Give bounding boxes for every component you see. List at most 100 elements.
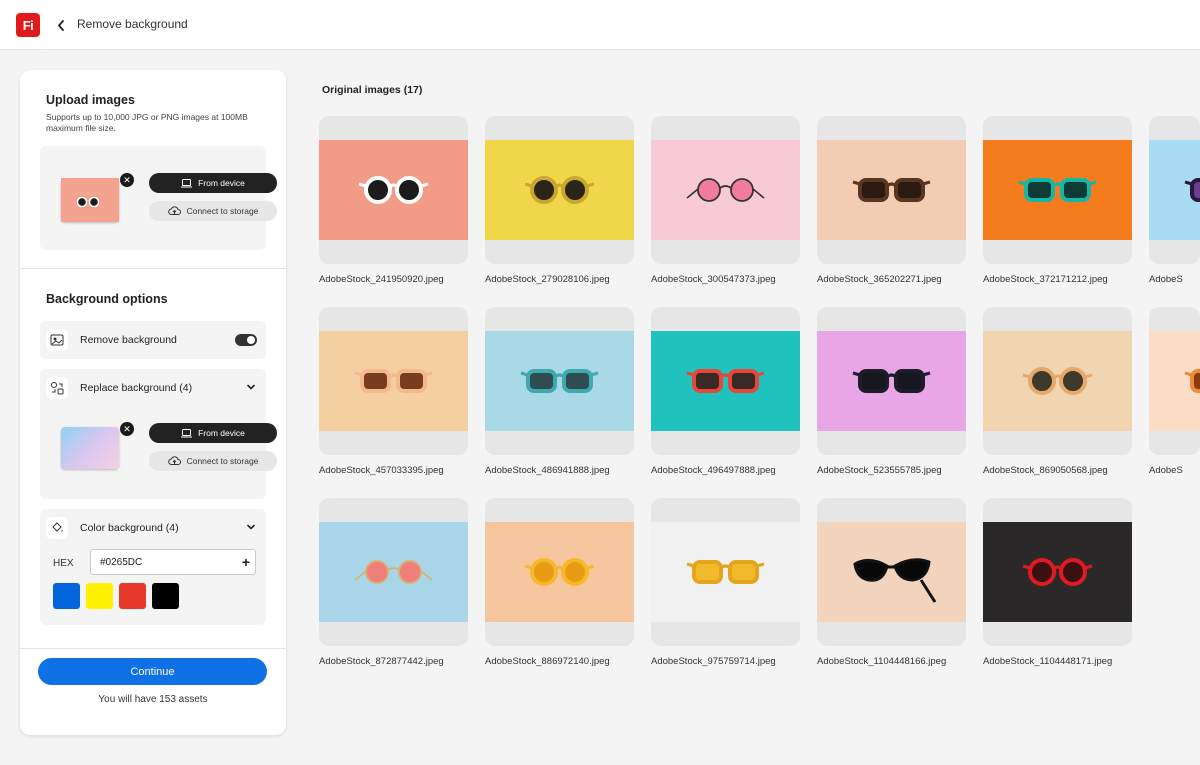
- from-device-label: From device: [198, 178, 245, 188]
- upload-subtitle: Supports up to 10,000 JPG or PNG images …: [46, 112, 248, 133]
- image-card[interactable]: [983, 307, 1132, 455]
- replace-from-device-button[interactable]: From device: [149, 423, 277, 443]
- sunglasses-photo: [651, 140, 800, 240]
- remove-background-icon: [46, 329, 68, 351]
- image-card[interactable]: [319, 307, 468, 455]
- top-bar: Fi Remove background: [0, 0, 1200, 50]
- background-options-title: Background options: [46, 292, 168, 306]
- image-card[interactable]: [319, 116, 468, 264]
- image-filename: AdobeStock_1104448166.jpeg: [817, 656, 947, 667]
- sunglasses-photo: [651, 522, 800, 622]
- image-card[interactable]: [1149, 307, 1200, 455]
- upload-from-device-button[interactable]: From device: [149, 173, 277, 193]
- sunglasses-photo: [817, 140, 966, 240]
- sunglasses-photo: [983, 331, 1132, 431]
- image-card[interactable]: [983, 498, 1132, 646]
- background-image-thumbnail: [61, 427, 119, 469]
- sunglasses-photo: [485, 140, 634, 240]
- color-background-option: Color background (4) HEX +: [40, 509, 266, 625]
- image-filename: AdobeStock_975759714.jpeg: [651, 656, 776, 667]
- sunglasses-photo: [485, 522, 634, 622]
- hex-label: HEX: [53, 558, 74, 569]
- sunglasses-photo: [1149, 140, 1200, 240]
- cloud-upload-icon: [167, 456, 181, 466]
- replace-background-icon: [46, 377, 68, 399]
- image-card[interactable]: [983, 116, 1132, 264]
- image-filename: AdobeStock_300547373.jpeg: [651, 274, 776, 285]
- color-background-label: Color background (4): [80, 522, 179, 534]
- sunglasses-photo: [485, 331, 634, 431]
- paint-bucket-icon: [46, 517, 68, 539]
- sunglasses-photo: [319, 331, 468, 431]
- section-divider: [20, 648, 286, 649]
- color-swatch[interactable]: [152, 583, 179, 609]
- sunglasses-photo: [319, 522, 468, 622]
- image-filename: AdobeStock_457033395.jpeg: [319, 465, 444, 476]
- section-divider: [20, 268, 286, 269]
- chevron-down-icon[interactable]: [246, 382, 256, 392]
- remove-background-label: Remove background: [80, 334, 177, 346]
- image-filename: AdobeStock_486941888.jpeg: [485, 465, 610, 476]
- back-arrow-icon[interactable]: [54, 15, 68, 35]
- chevron-down-icon[interactable]: [246, 522, 256, 532]
- image-card[interactable]: [651, 116, 800, 264]
- image-card[interactable]: [817, 307, 966, 455]
- sunglasses-photo: [817, 331, 966, 431]
- image-filename: AdobeS: [1149, 274, 1183, 285]
- image-filename: AdobeStock_372171212.jpeg: [983, 274, 1108, 285]
- image-card[interactable]: [651, 307, 800, 455]
- uploaded-image-thumbnail: [61, 178, 119, 222]
- replace-background-label: Replace background (4): [80, 382, 193, 394]
- image-filename: AdobeStock_869050568.jpeg: [983, 465, 1108, 476]
- image-filename: AdobeStock_365202271.jpeg: [817, 274, 942, 285]
- remove-background-option: Remove background: [40, 321, 266, 359]
- image-card[interactable]: [1149, 116, 1200, 264]
- image-card[interactable]: [817, 498, 966, 646]
- image-card[interactable]: [485, 116, 634, 264]
- image-card[interactable]: [817, 116, 966, 264]
- image-card[interactable]: [651, 498, 800, 646]
- replace-connect-storage-button[interactable]: Connect to storage: [149, 451, 277, 471]
- image-filename: AdobeStock_523555785.jpeg: [817, 465, 942, 476]
- upload-title: Upload images: [46, 93, 135, 107]
- remove-upload-icon[interactable]: ✕: [120, 173, 134, 187]
- continue-button[interactable]: Continue: [38, 658, 267, 685]
- image-card[interactable]: [319, 498, 468, 646]
- image-filename: AdobeStock_279028106.jpeg: [485, 274, 610, 285]
- image-filename: AdobeS: [1149, 465, 1183, 476]
- image-card[interactable]: [485, 307, 634, 455]
- sunglasses-photo: [1149, 331, 1200, 431]
- laptop-icon: [181, 178, 193, 187]
- image-filename: AdobeStock_872877442.jpeg: [319, 656, 444, 667]
- assets-note: You will have 153 assets: [98, 694, 208, 705]
- image-filename: AdobeStock_496497888.jpeg: [651, 465, 776, 476]
- image-filename: AdobeStock_1104448171.jpeg: [983, 656, 1113, 667]
- image-filename: AdobeStock_241950920.jpeg: [319, 274, 444, 285]
- connect-storage-label: Connect to storage: [186, 456, 259, 466]
- sunglasses-photo: [651, 331, 800, 431]
- hex-color-input[interactable]: [90, 549, 256, 575]
- upload-dropzone[interactable]: ✕ From device Connect to storage: [40, 146, 277, 250]
- sunglasses-photo: [817, 522, 966, 622]
- remove-background-image-icon[interactable]: ✕: [120, 422, 134, 436]
- sunglasses-photo: [319, 140, 468, 240]
- from-device-label: From device: [198, 428, 245, 438]
- color-swatch[interactable]: [86, 583, 113, 609]
- connect-storage-label: Connect to storage: [186, 206, 259, 216]
- sunglasses-photo: [983, 140, 1132, 240]
- color-swatch[interactable]: [53, 583, 80, 609]
- upload-connect-storage-button[interactable]: Connect to storage: [149, 201, 277, 221]
- image-card[interactable]: [485, 498, 634, 646]
- image-filename: AdobeStock_886972140.jpeg: [485, 656, 610, 667]
- laptop-icon: [181, 428, 193, 437]
- color-swatch[interactable]: [119, 583, 146, 609]
- cloud-upload-icon: [167, 206, 181, 216]
- app-logo[interactable]: Fi: [16, 13, 40, 37]
- add-color-icon[interactable]: +: [238, 553, 254, 571]
- settings-panel: Upload images Supports up to 10,000 JPG …: [20, 70, 286, 735]
- sunglasses-photo: [983, 522, 1132, 622]
- gallery-title: Original images (17): [322, 84, 423, 96]
- page-title: Remove background: [77, 17, 188, 31]
- sunglasses-thumbnail-icon: [61, 178, 119, 222]
- remove-background-toggle[interactable]: [235, 334, 257, 346]
